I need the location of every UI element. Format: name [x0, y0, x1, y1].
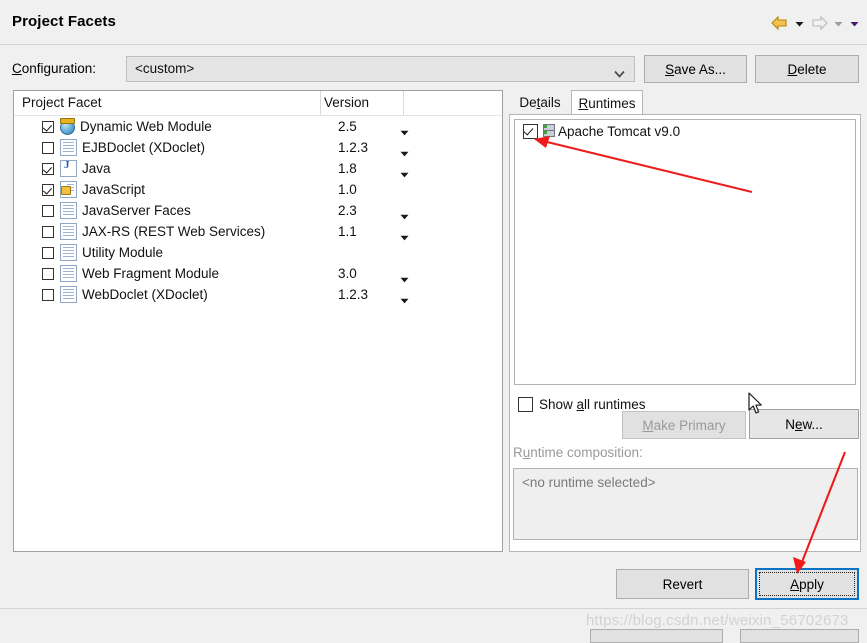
project-facets-dialog: Project Facets Configuration: <custom> S… — [0, 0, 867, 643]
document-icon — [60, 223, 77, 240]
table-header-row: Project Facet Version — [14, 91, 502, 116]
facet-checkbox[interactable] — [42, 204, 54, 217]
show-all-runtimes-checkbox[interactable]: Show all runtimes — [518, 397, 646, 412]
runtime-composition-box: <no runtime selected> — [513, 468, 858, 540]
document-icon — [60, 286, 77, 303]
table-body: Dynamic Web Module 2.5 EJBDoclet (XDoclet)… — [14, 116, 502, 305]
save-as-button[interactable]: Save As... — [644, 55, 747, 83]
facet-name: JavaScript — [82, 182, 146, 197]
runtimes-list[interactable]: Apache Tomcat v9.0 — [514, 119, 856, 385]
column-header-version: Version — [324, 95, 370, 110]
table-row[interactable]: JavaScript 1.0 — [14, 179, 502, 200]
facet-version: 1.2.3 — [338, 140, 369, 155]
runtime-name: Apache Tomcat v9.0 — [558, 123, 681, 139]
version-chevron-down-icon[interactable] — [400, 292, 409, 307]
titlebar-divider — [0, 44, 867, 45]
watermark-text: https://blog.csdn.net/weixin_56702673 — [586, 612, 849, 629]
table-row[interactable]: JavaServer Faces 2.3 — [14, 200, 502, 221]
runtime-composition-value: <no runtime selected> — [522, 475, 656, 490]
table-row[interactable]: JAX-RS (REST Web Services) 1.1 — [14, 221, 502, 242]
back-arrow-icon[interactable] — [770, 15, 790, 31]
configuration-label: Configuration: — [12, 61, 97, 76]
footer-divider — [0, 608, 867, 609]
new-runtime-button[interactable]: New... — [749, 409, 859, 439]
facet-name: Dynamic Web Module — [80, 119, 212, 134]
table-row[interactable]: WebDoclet (XDoclet) 1.2.3 — [14, 284, 502, 305]
apply-button[interactable]: Apply — [755, 568, 859, 600]
right-panel-tabbar: Details Runtimes — [509, 90, 861, 115]
facet-name: Utility Module — [82, 245, 164, 260]
configuration-combobox[interactable]: <custom> — [126, 56, 635, 82]
facet-name: WebDoclet (XDoclet) — [82, 287, 208, 302]
delete-button[interactable]: Delete — [755, 55, 859, 83]
facet-version: 1.1 — [338, 224, 357, 239]
facet-version: 1.8 — [338, 161, 357, 176]
table-row[interactable]: Web Fragment Module 3.0 — [14, 263, 502, 284]
column-divider — [403, 91, 404, 115]
document-icon — [60, 244, 77, 261]
navigation-toolbar — [770, 12, 861, 34]
document-icon — [60, 202, 77, 219]
facet-checkbox[interactable] — [42, 162, 54, 175]
facet-checkbox[interactable] — [42, 225, 54, 238]
chevron-down-icon — [614, 66, 625, 81]
runtime-composition-label: Runtime composition: — [513, 445, 643, 460]
configuration-value: <custom> — [135, 61, 195, 76]
facet-name: Web Fragment Module — [82, 266, 220, 281]
facet-name: EJBDoclet (XDoclet) — [82, 140, 206, 155]
tab-runtimes[interactable]: Runtimes — [571, 90, 643, 115]
runtime-list-item[interactable]: Apache Tomcat v9.0 — [515, 120, 855, 142]
javascript-icon — [60, 181, 77, 198]
facet-name: JAX-RS (REST Web Services) — [82, 224, 266, 239]
table-row[interactable]: Java 1.8 — [14, 158, 502, 179]
table-row[interactable]: Dynamic Web Module 2.5 — [14, 116, 502, 137]
server-icon — [541, 123, 556, 139]
facet-name: JavaServer Faces — [82, 203, 191, 218]
facet-version: 2.5 — [338, 119, 357, 134]
facet-version: 3.0 — [338, 266, 357, 281]
java-icon — [60, 159, 77, 177]
mouse-pointer-icon — [748, 392, 764, 419]
column-header-project-facet: Project Facet — [22, 95, 102, 110]
project-facets-table[interactable]: Project Facet Version Dynamic Web Module… — [13, 90, 503, 552]
clipped-button-right[interactable] — [740, 629, 859, 643]
globe-icon — [60, 117, 75, 135]
forward-dropdown-chevron-down-icon — [832, 17, 845, 30]
view-menu-chevron-down-icon[interactable] — [848, 17, 861, 30]
facet-version: 1.0 — [338, 182, 357, 197]
revert-button[interactable]: Revert — [616, 569, 749, 599]
facet-checkbox[interactable] — [42, 267, 54, 280]
make-primary-button: Make Primary — [622, 411, 746, 439]
tab-details[interactable]: Details — [509, 90, 571, 115]
page-title: Project Facets — [12, 13, 116, 30]
facet-name: Java — [82, 161, 111, 176]
facet-checkbox[interactable] — [42, 288, 54, 301]
apply-button-label: Apply — [759, 572, 855, 596]
facet-checkbox[interactable] — [42, 120, 54, 133]
runtime-checkbox[interactable] — [523, 123, 538, 139]
clipped-button-left[interactable] — [590, 629, 723, 643]
facet-version: 1.2.3 — [338, 287, 369, 302]
facet-checkbox[interactable] — [42, 183, 54, 196]
column-divider — [320, 91, 321, 115]
forward-arrow-icon — [809, 15, 829, 31]
dialog-titlebar: Project Facets — [0, 0, 867, 45]
facet-checkbox[interactable] — [42, 246, 54, 259]
table-row[interactable]: Utility Module — [14, 242, 502, 263]
document-icon — [60, 139, 77, 156]
document-icon — [60, 265, 77, 282]
facet-version: 2.3 — [338, 203, 357, 218]
back-dropdown-chevron-down-icon[interactable] — [793, 17, 806, 30]
table-row[interactable]: EJBDoclet (XDoclet) 1.2.3 — [14, 137, 502, 158]
show-all-runtimes-label: Show all runtimes — [539, 397, 646, 412]
facet-checkbox[interactable] — [42, 141, 54, 154]
checkbox-box — [518, 397, 533, 412]
